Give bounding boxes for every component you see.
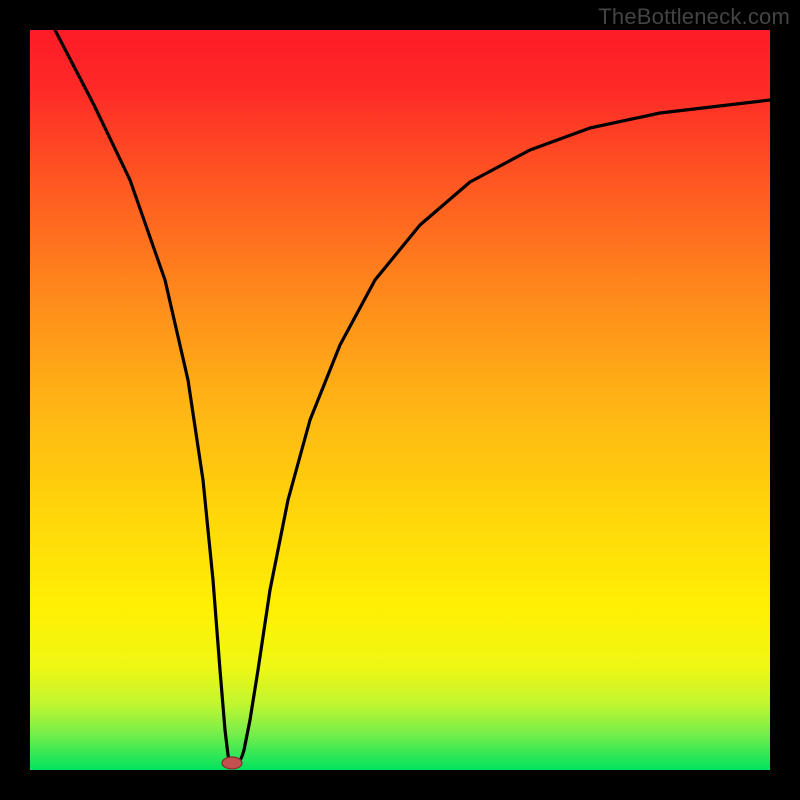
optimal-point-marker [222,757,242,769]
watermark-text: TheBottleneck.com [598,4,790,30]
bottleneck-curve-plot [30,30,770,770]
plot-svg [30,30,770,770]
chart-stage: TheBottleneck.com [0,0,800,800]
gradient-background [30,30,770,770]
